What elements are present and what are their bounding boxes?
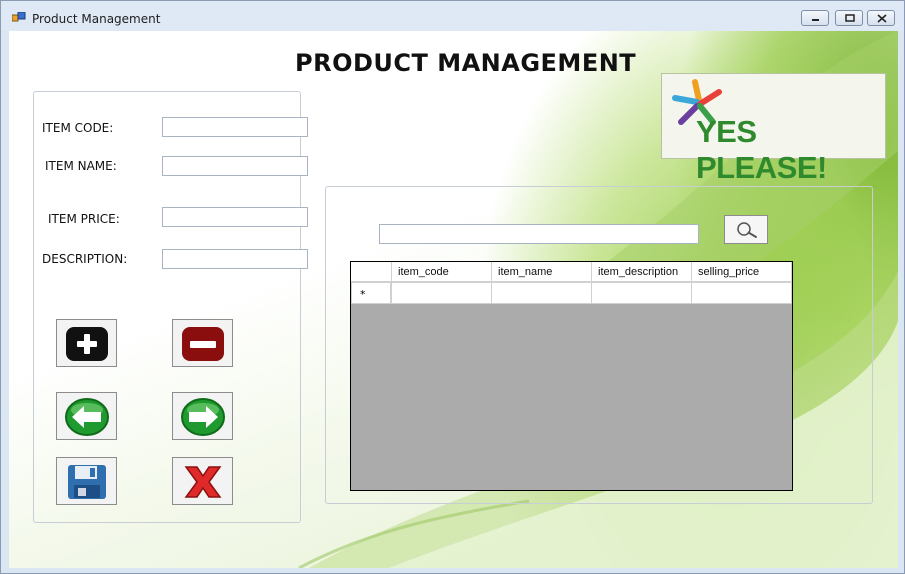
- grid-header: item_code item_name item_description sel…: [351, 262, 792, 282]
- magnifier-icon: [737, 222, 757, 238]
- item-price-field[interactable]: [162, 207, 308, 227]
- page-title: PRODUCT MANAGEMENT: [295, 49, 637, 77]
- new-row-item-code-cell[interactable]: [391, 282, 492, 304]
- arrow-left-icon: [65, 398, 109, 436]
- delete-button[interactable]: [172, 319, 233, 367]
- product-details-panel: ITEM CODE: ITEM NAME: ITEM PRICE: DESCRI…: [33, 91, 308, 523]
- new-row-selling-price-cell[interactable]: [691, 282, 792, 304]
- minimize-icon: [812, 19, 819, 21]
- grid-corner-header: [351, 262, 392, 282]
- arrow-right-icon: [181, 398, 225, 436]
- column-header-item-description[interactable]: item_description: [592, 262, 692, 282]
- item-price-label: ITEM PRICE:: [48, 212, 120, 226]
- floppy-disk-icon: [68, 465, 106, 499]
- red-x-icon: [184, 466, 222, 498]
- new-row-marker: *: [351, 282, 391, 304]
- title-bar: Product Management: [1, 1, 904, 31]
- previous-button[interactable]: [56, 392, 117, 440]
- column-header-selling-price[interactable]: selling_price: [692, 262, 792, 282]
- add-button[interactable]: [56, 319, 117, 367]
- maximize-icon: [845, 14, 855, 22]
- cancel-button[interactable]: [172, 457, 233, 505]
- item-name-field[interactable]: [162, 156, 308, 176]
- app-icon: [12, 12, 26, 22]
- next-button[interactable]: [172, 392, 233, 440]
- description-label: DESCRIPTION:: [42, 252, 128, 266]
- maximize-button[interactable]: [835, 10, 863, 26]
- description-field[interactable]: [162, 249, 308, 269]
- company-logo: YES PLEASE!: [661, 73, 886, 185]
- close-icon: [877, 14, 887, 23]
- plus-icon: [66, 327, 108, 361]
- new-row[interactable]: *: [351, 282, 792, 304]
- item-name-label: ITEM NAME:: [45, 159, 117, 173]
- item-code-field[interactable]: [162, 117, 308, 137]
- minus-icon: [182, 327, 224, 361]
- products-data-grid[interactable]: item_code item_name item_description sel…: [350, 261, 793, 491]
- search-button[interactable]: [724, 215, 768, 244]
- logo-text: YES PLEASE!: [696, 114, 827, 185]
- form-client-area: PRODUCT MANAGEMENT YES PLEASE! ITEM CODE…: [9, 31, 898, 568]
- column-header-item-code[interactable]: item_code: [392, 262, 492, 282]
- column-header-item-name[interactable]: item_name: [492, 262, 592, 282]
- main-window: Product Management PRODUCT MANAGEMENT YE…: [0, 0, 905, 574]
- close-button[interactable]: [867, 10, 895, 26]
- minimize-button[interactable]: [801, 10, 829, 26]
- item-code-label: ITEM CODE:: [42, 121, 114, 135]
- window-title: Product Management: [32, 12, 161, 26]
- new-row-item-name-cell[interactable]: [491, 282, 592, 304]
- save-button[interactable]: [56, 457, 117, 505]
- search-input[interactable]: [379, 224, 699, 244]
- new-row-item-description-cell[interactable]: [591, 282, 692, 304]
